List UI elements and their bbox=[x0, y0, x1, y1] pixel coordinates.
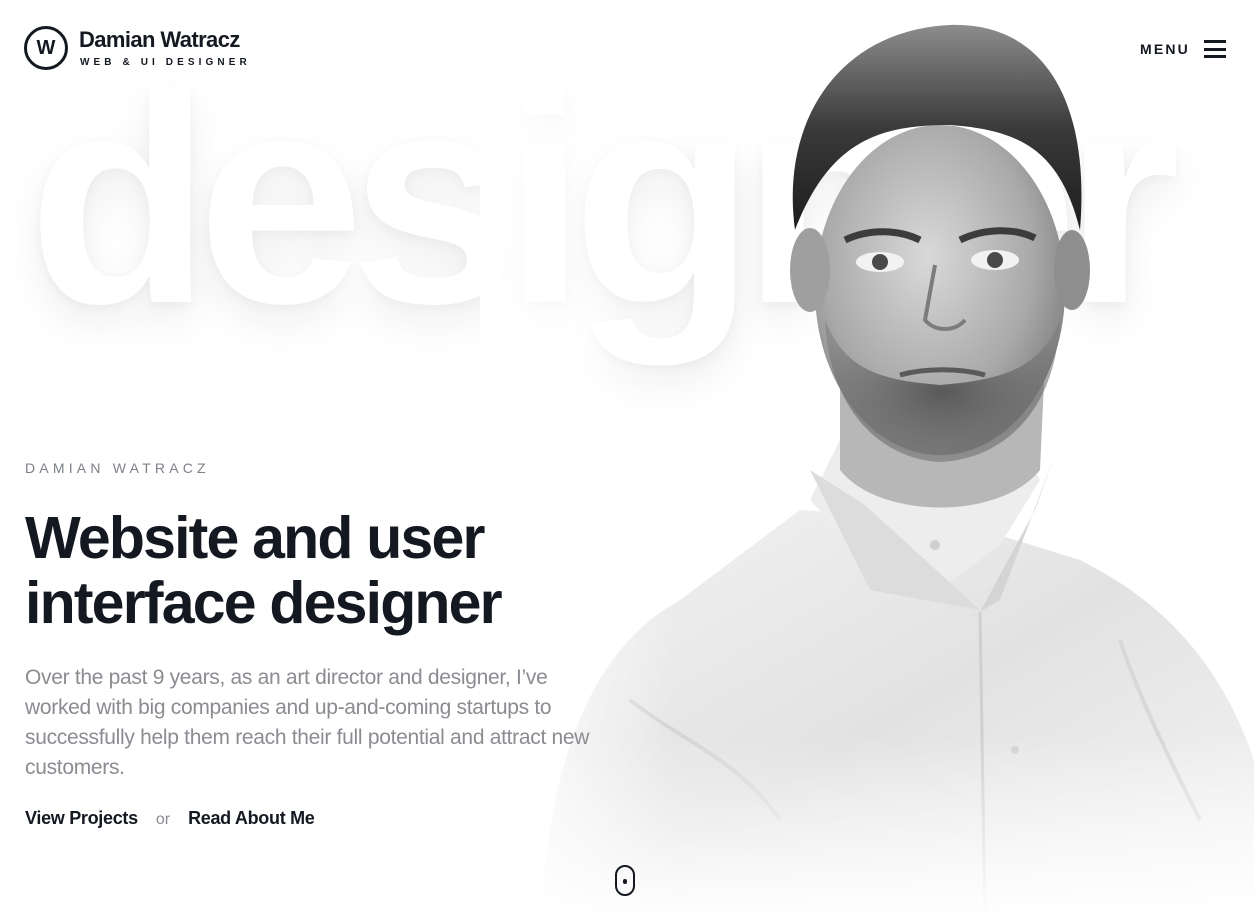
mouse-scroll-icon[interactable] bbox=[615, 865, 635, 896]
menu-label: MENU bbox=[1139, 41, 1190, 57]
logo-subtitle: WEB & UI DESIGNER bbox=[80, 56, 251, 68]
menu-button[interactable]: MENU bbox=[1140, 40, 1226, 58]
hero-section: DAMIAN WATRACZ Website and user interfac… bbox=[25, 460, 625, 829]
cta-separator: or bbox=[155, 811, 171, 828]
site-logo[interactable]: W Damian Watracz WEB & UI DESIGNER bbox=[24, 26, 251, 70]
view-projects-link[interactable]: View Projects bbox=[25, 808, 138, 829]
cta-row: View Projects or Read About Me bbox=[25, 808, 625, 829]
page: designer bbox=[0, 0, 1254, 921]
scroll-wheel-dot bbox=[623, 879, 627, 884]
logo-name: Damian Watracz bbox=[79, 27, 240, 53]
hamburger-icon bbox=[1204, 40, 1226, 58]
logo-w-icon: W bbox=[24, 26, 68, 70]
logo-text: Damian Watracz WEB & UI DESIGNER bbox=[79, 28, 251, 67]
hero-intro-text: Over the past 9 years, as an art directo… bbox=[25, 666, 590, 779]
headline-line-1: Website and user bbox=[25, 505, 485, 571]
hero-kicker: DAMIAN WATRACZ bbox=[25, 460, 210, 476]
headline-line-2: interface designer bbox=[25, 570, 503, 636]
read-about-me-link[interactable]: Read About Me bbox=[188, 808, 315, 829]
hero-headline: Website and user interface designer bbox=[25, 506, 625, 636]
